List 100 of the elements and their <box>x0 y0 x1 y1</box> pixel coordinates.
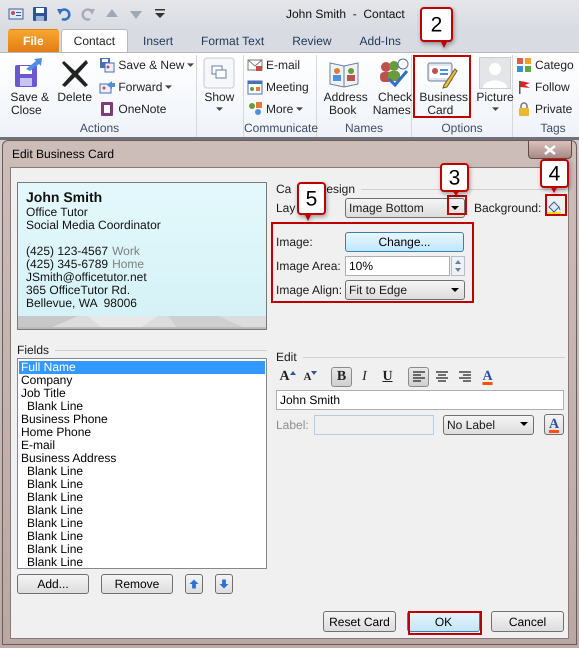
field-label: Background: <box>474 201 542 215</box>
paint-bucket-icon[interactable] <box>546 200 562 216</box>
down-arrow-icon <box>218 578 230 590</box>
list-item[interactable]: Company <box>19 374 265 387</box>
section-heading: Edit <box>276 350 297 364</box>
ribbon-button[interactable]: Business Card <box>414 55 470 119</box>
ribbon-button[interactable]: Save & Close <box>5 55 52 119</box>
dialog-button[interactable]: Cancel <box>491 611 564 632</box>
label-position-dropdown[interactable]: No Label <box>443 414 534 434</box>
callout: 3 <box>440 163 469 198</box>
save-icon[interactable] <box>32 6 48 22</box>
label-color-button[interactable]: A <box>544 414 564 435</box>
group-label: Names <box>344 121 384 137</box>
move-up-button[interactable] <box>185 574 203 594</box>
section-heading: Ca <box>276 182 292 196</box>
highlight-frame <box>447 195 467 215</box>
section-heading: esign <box>326 182 356 196</box>
field-label: Image Area: <box>276 259 342 273</box>
list-item[interactable]: Blank Line <box>19 556 265 568</box>
card-line: JSmith@officetutor.net <box>26 271 147 284</box>
list-item[interactable]: Blank Line <box>19 530 265 543</box>
dialog-button[interactable]: Add... <box>17 574 89 594</box>
notebook-icon <box>99 101 116 117</box>
align-left-button[interactable] <box>408 366 429 386</box>
group-label: Actions <box>78 121 120 137</box>
undo-icon[interactable] <box>56 6 72 22</box>
list-item[interactable]: Business Phone <box>19 413 265 426</box>
ribbon-button[interactable]: Check Names <box>370 55 416 119</box>
font-color-button[interactable]: A <box>477 366 498 386</box>
callout: 5 <box>297 182 326 223</box>
ribbon-tab[interactable]: Add-Ins <box>346 29 414 52</box>
ribbon-button[interactable]: OneNote <box>98 99 196 119</box>
ribbon-tab[interactable]: Contact <box>60 29 128 52</box>
underline-button[interactable]: U <box>377 366 398 386</box>
layout-dropdown[interactable]: Image Bottom <box>345 198 465 218</box>
people-check-icon <box>377 57 410 89</box>
list-item[interactable]: Blank Line <box>19 400 265 413</box>
field-label: Image Align: <box>276 283 344 297</box>
change-button[interactable]: Change... <box>345 232 464 252</box>
ribbon-button[interactable]: Show <box>199 55 240 114</box>
card-arrow-icon <box>99 79 116 95</box>
move-down-button[interactable] <box>215 574 233 594</box>
calendar-icon <box>247 79 263 95</box>
image-align-dropdown[interactable]: Fit to Edge <box>345 280 465 300</box>
contact-card-icon[interactable] <box>8 6 24 22</box>
ribbon-tab[interactable]: Format Text <box>188 29 278 52</box>
text-field[interactable]: John Smith <box>276 390 564 410</box>
dialog-title: Edit Business Card <box>12 147 114 161</box>
envelope-icon <box>247 57 263 73</box>
list-item[interactable]: Blank Line <box>19 491 265 504</box>
list-item[interactable]: Blank Line <box>19 504 265 517</box>
caret-up-icon <box>290 370 296 374</box>
callout: 2 <box>420 7 453 50</box>
group-label: Tags <box>539 121 567 137</box>
align-center-icon <box>434 368 450 384</box>
floppy-disk-icon <box>12 57 44 89</box>
list-item[interactable]: Blank Line <box>19 543 265 556</box>
grow-font-button[interactable]: A <box>277 366 298 386</box>
lock-icon <box>516 101 532 117</box>
caret-icon <box>520 422 528 427</box>
color-squares-icon <box>516 57 532 73</box>
caret-down-icon <box>311 370 318 374</box>
group-label: Options <box>440 121 484 137</box>
ribbon-tab[interactable]: Insert <box>130 29 186 52</box>
list-item[interactable]: E-mail <box>19 439 265 452</box>
ribbon-button[interactable]: Forward <box>98 77 196 97</box>
dialog-button[interactable]: Remove <box>101 574 173 594</box>
spinner-icon[interactable] <box>451 256 465 276</box>
shrink-font-button[interactable]: A <box>300 366 321 386</box>
field-label: Label: <box>276 418 310 432</box>
list-item[interactable]: Blank Line <box>19 478 265 491</box>
ribbon-button[interactable]: Save & New <box>98 55 196 75</box>
list-item[interactable]: Blank Line <box>19 465 265 478</box>
ribbon-button[interactable]: Delete <box>52 55 98 106</box>
group-label: Communicate <box>244 121 316 137</box>
ribbon-button[interactable]: More <box>246 99 310 119</box>
card-line: Office Tutor <box>26 206 88 219</box>
list-item[interactable]: Blank Line <box>19 517 265 530</box>
close-button[interactable] <box>528 141 572 159</box>
list-item[interactable]: Job Title <box>19 387 265 400</box>
highlight-frame <box>413 55 472 118</box>
align-left-icon <box>410 368 426 384</box>
card-line: 365 OfficeTutor Rd. <box>26 284 130 297</box>
ribbon-tab[interactable]: Review <box>279 29 345 52</box>
list-item[interactable]: Home Phone <box>19 426 265 439</box>
image-area-field[interactable]: 10% <box>345 256 450 276</box>
field-label: Image: <box>276 235 314 249</box>
ribbon-button[interactable]: Address Book <box>319 55 370 119</box>
callout: 4 <box>540 159 569 195</box>
caret-icon <box>451 206 459 210</box>
card-line: Social Media Coordinator <box>26 219 161 232</box>
italic-button[interactable]: I <box>354 366 375 386</box>
bold-button[interactable]: B <box>331 366 352 386</box>
list-item[interactable]: Business Address <box>19 452 265 465</box>
ribbon-button[interactable]: E-mail <box>246 55 310 75</box>
align-right-icon <box>456 368 472 384</box>
shapes-icon <box>247 101 263 117</box>
dialog-button[interactable]: Reset Card <box>323 611 396 632</box>
card-line: (425) 345-6789 Home <box>26 258 144 271</box>
ribbon-button[interactable]: Meeting <box>246 77 310 97</box>
